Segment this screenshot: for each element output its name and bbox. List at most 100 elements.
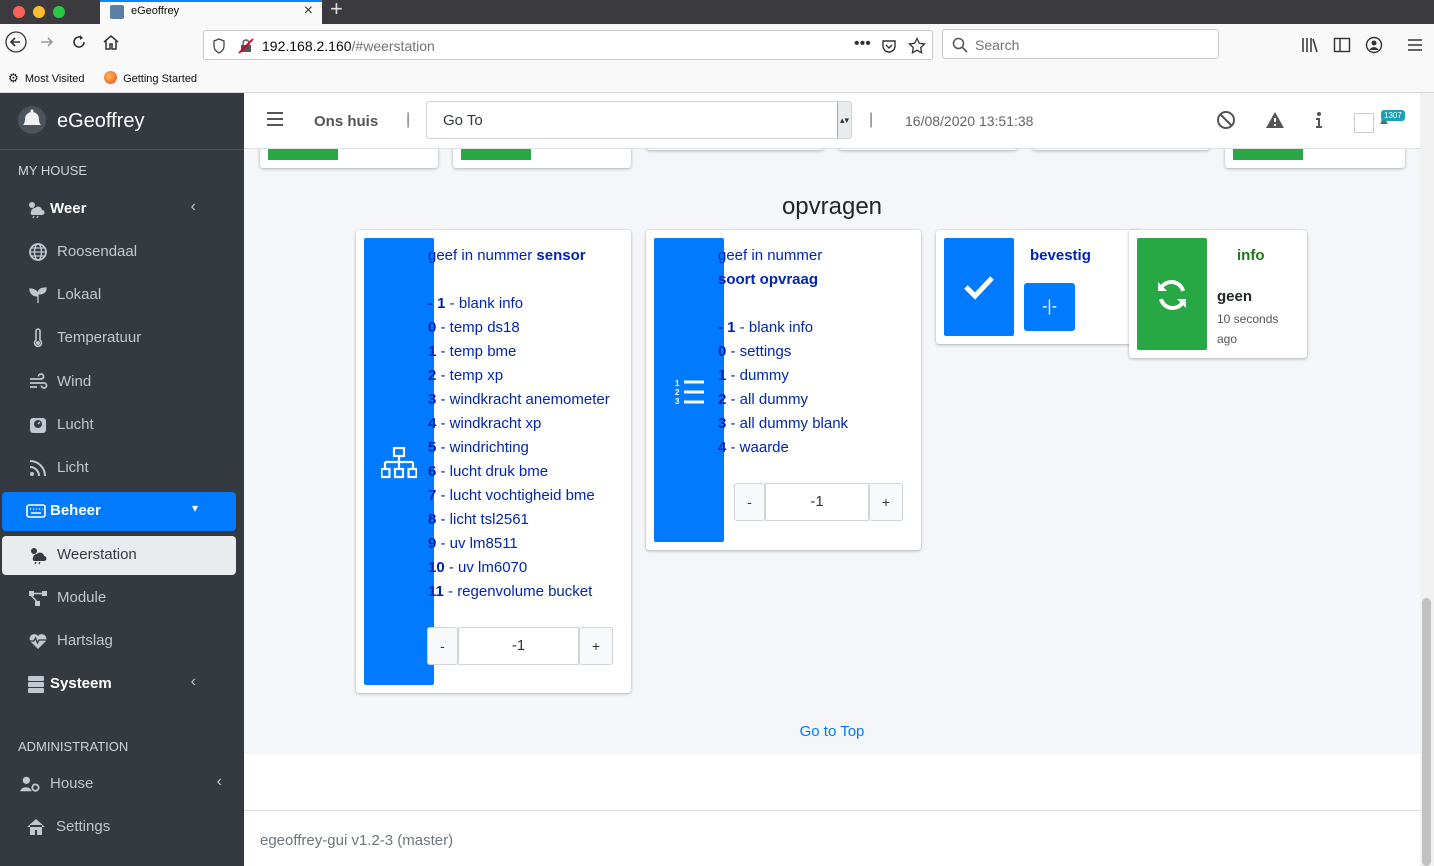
card-side-panel [364, 238, 434, 685]
shield-icon[interactable] [212, 38, 226, 54]
query-option: 2 - all dummy [718, 391, 809, 408]
partial-card-status-bar [1233, 149, 1303, 160]
sidebar-item-settings[interactable]: Settings [2, 808, 236, 847]
tab-title: eGeoffrey [131, 5, 180, 17]
sidebar-item-lucht[interactable]: Lucht [2, 406, 236, 445]
bookmark-most-visited[interactable]: ⚙ Most Visited [8, 71, 85, 85]
svg-text:3: 3 [675, 397, 680, 406]
sidebar-toggle-icon[interactable] [1333, 36, 1351, 54]
close-window-button[interactable] [13, 6, 25, 18]
close-tab-icon[interactable]: × [304, 2, 313, 20]
sidebar-item-roosendaal[interactable]: Roosendaal [2, 233, 236, 272]
seedling-icon [29, 287, 47, 303]
top-navbar: Ons huis | Go To ▴▾ | 16/08/2020 13:51:3… [244, 93, 1420, 149]
brand[interactable]: eGeoffrey [0, 93, 244, 150]
home-button[interactable] [102, 33, 120, 56]
sidebar-item-weer[interactable]: Weer ‹ [2, 190, 236, 229]
new-tab-button[interactable]: + [330, 0, 343, 22]
sidebar-item-label: Hartslag [57, 632, 113, 649]
query-label-prefix: geef in nummer [718, 247, 823, 264]
sidebar-item-label: Wind [57, 373, 92, 390]
bell-logo-icon [18, 106, 46, 134]
back-arrow-icon [5, 31, 27, 53]
query-option: 0 - settings [718, 343, 792, 360]
sensor-input-card: geef in nummer sensor - 1 - blank info 0… [356, 230, 631, 693]
firefox-icon [104, 71, 117, 84]
chevron-down-icon: ▾ [191, 501, 198, 515]
footer-divider [244, 810, 1420, 811]
sensor-option: 8 - licht tsl2561 [428, 511, 529, 528]
sensor-option: 2 - temp xp [428, 367, 504, 384]
sidebar-item-label: Systeem [50, 675, 112, 692]
sidebar-item-house[interactable]: House ‹ [2, 765, 236, 804]
insecure-lock-icon[interactable] [238, 38, 254, 54]
account-icon[interactable] [1365, 36, 1383, 54]
partial-card-status-bar [461, 149, 531, 160]
separator: | [869, 111, 874, 128]
url-bar[interactable]: 192.168.2.160/#weerstation ••• [203, 30, 933, 60]
ban-icon[interactable] [1216, 110, 1236, 130]
browser-tab[interactable]: eGeoffrey × [100, 0, 322, 24]
sidebar-item-systeem[interactable]: Systeem ‹ [2, 665, 236, 704]
confirm-button[interactable]: -|- [1024, 283, 1075, 331]
scrollbar-thumb[interactable] [1422, 598, 1431, 866]
increment-button[interactable]: + [579, 627, 613, 665]
tab-favicon-icon [110, 5, 124, 19]
brand-name: eGeoffrey [57, 110, 145, 132]
sidebar-item-label: Beheer [50, 502, 101, 519]
home-icon [103, 35, 119, 50]
menu-icon[interactable] [1406, 36, 1424, 54]
forward-button[interactable] [38, 33, 56, 56]
warning-icon[interactable] [1265, 110, 1285, 130]
house-name[interactable]: Ons huis [314, 113, 378, 130]
query-option: - 1 - blank info [718, 319, 814, 336]
sensor-option: 6 - lucht druk bme [428, 463, 549, 480]
bookmark-star-icon[interactable] [908, 37, 926, 55]
info-icon[interactable] [1309, 110, 1329, 130]
search-bar[interactable]: Search [942, 29, 1219, 59]
back-button[interactable] [5, 31, 27, 58]
library-icon[interactable] [1301, 36, 1319, 54]
sidebar-item-label: House [50, 775, 94, 792]
confirm-title: bevestig [1030, 247, 1091, 264]
sidebar-item-lokaal[interactable]: Lokaal [2, 276, 236, 315]
sync-icon [1158, 280, 1186, 310]
project-diagram-icon [29, 591, 47, 606]
sidebar-item-temperatuur[interactable]: Temperatuur [2, 319, 236, 358]
notifications-checkbox[interactable] [1354, 113, 1374, 133]
page-scrollbar[interactable] [1420, 93, 1434, 866]
notification-count-badge: 1307 [1381, 110, 1405, 121]
query-option: 1 - dummy [718, 367, 789, 384]
bookmark-getting-started[interactable]: Getting Started [104, 71, 197, 85]
go-to-top-link[interactable]: Go to Top [244, 723, 1420, 740]
page-actions-icon[interactable]: ••• [854, 35, 871, 53]
confirm-card: bevestig -|- [936, 230, 1142, 344]
query-stepper: - -1 + [734, 483, 903, 521]
query-number-input[interactable]: -1 [765, 483, 869, 521]
reload-button[interactable] [70, 33, 88, 56]
maximize-window-button[interactable] [53, 6, 65, 18]
hamburger-menu-icon[interactable] [266, 110, 284, 128]
bookmarks-bar: ⚙ Most Visited Getting Started [0, 66, 1434, 93]
goto-select[interactable]: Go To ▴▾ [426, 101, 852, 139]
sidebar-item-wind[interactable]: Wind [2, 363, 236, 402]
pocket-icon[interactable] [881, 38, 897, 54]
search-icon [952, 37, 968, 53]
user-cog-icon [20, 776, 40, 792]
decrement-button[interactable]: - [427, 627, 458, 665]
url-text[interactable]: 192.168.2.160/#weerstation [262, 38, 435, 54]
sidebar-item-module[interactable]: Module [2, 579, 236, 618]
sensor-option: 4 - windkracht xp [428, 415, 542, 432]
sidebar-item-hartslag[interactable]: Hartslag [2, 622, 236, 661]
sidebar-item-licht[interactable]: Licht [2, 449, 236, 488]
sensor-options: geef in nummer sensor - 1 - blank info 0… [428, 244, 610, 604]
query-label-bold: soort opvraag [718, 271, 819, 288]
decrement-button[interactable]: - [734, 483, 765, 521]
sidebar-header-my-house: MY HOUSE [18, 163, 88, 178]
rss-icon [29, 460, 46, 477]
sidebar-item-weerstation[interactable]: Weerstation [2, 536, 236, 575]
minimize-window-button[interactable] [33, 6, 45, 18]
increment-button[interactable]: + [869, 483, 903, 521]
sidebar-item-beheer[interactable]: Beheer ▾ [2, 492, 236, 531]
sensor-number-input[interactable]: -1 [458, 627, 579, 665]
